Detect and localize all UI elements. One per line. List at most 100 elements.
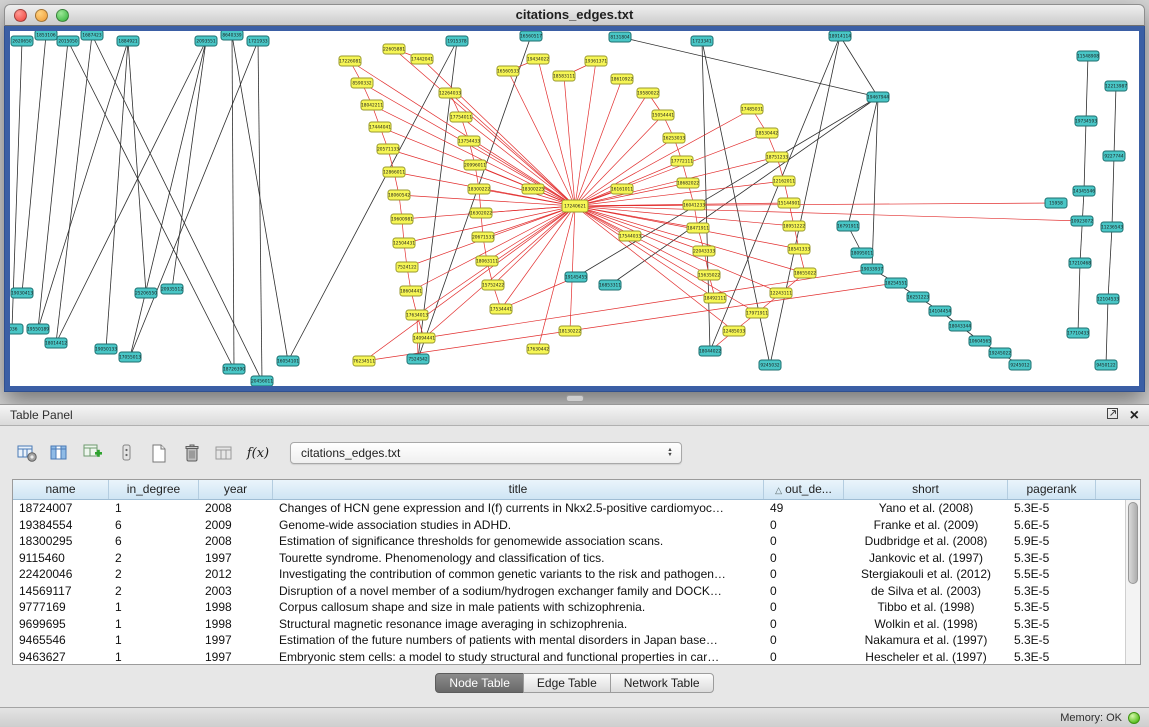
graph-node[interactable]: 17534441 <box>490 304 512 314</box>
column-header-name[interactable]: name <box>13 480 109 499</box>
graph-node[interactable]: 18060542 <box>388 190 410 200</box>
graph-node[interactable]: 17630442 <box>527 344 549 354</box>
graph-node[interactable]: 9245012 <box>1009 360 1031 370</box>
graph-node[interactable]: 10923072 <box>1071 216 1093 226</box>
graph-node[interactable]: 1884921 <box>117 36 139 46</box>
graph-node[interactable]: 12866011 <box>383 167 405 177</box>
graph-node[interactable]: 19030413 <box>11 288 33 298</box>
graph-node[interactable]: 12485033 <box>723 326 745 336</box>
graph-node[interactable]: 11236543 <box>1101 222 1123 232</box>
graph-node[interactable]: 18610922 <box>611 74 633 84</box>
graph-node[interactable]: 17240621 <box>562 200 588 212</box>
minimize-window-button[interactable] <box>35 9 48 22</box>
graph-node[interactable]: 10604565 <box>969 336 991 346</box>
graph-node[interactable]: 16560533 <box>497 66 519 76</box>
graph-node[interactable]: 16253033 <box>663 133 685 143</box>
graph-node[interactable]: 1723341 <box>691 36 713 46</box>
function-builder-button[interactable]: f(x) <box>245 441 271 466</box>
zoom-window-button[interactable] <box>56 9 69 22</box>
graph-node[interactable]: 1687423 <box>81 31 103 40</box>
column-list-button[interactable] <box>113 441 139 466</box>
graph-node[interactable]: 8131804 <box>609 32 631 42</box>
graph-node[interactable]: 19050133 <box>95 344 117 354</box>
graph-node[interactable]: 7524122 <box>396 262 418 272</box>
graph-node[interactable]: 12104533 <box>1097 294 1119 304</box>
graph-node[interactable]: 19361371 <box>585 56 607 66</box>
graph-node[interactable]: 20935512 <box>161 284 183 294</box>
graph-node[interactable]: 18471911 <box>687 223 709 233</box>
table-row[interactable]: 977716911998Corpus callosum shape and si… <box>13 599 1125 616</box>
column-header-out_de[interactable]: △out_de... <box>764 480 844 499</box>
vertical-scrollbar[interactable] <box>1125 500 1140 664</box>
graph-node[interactable]: 22043333 <box>693 246 715 256</box>
graph-node[interactable]: 15752422 <box>482 280 504 290</box>
table-row[interactable]: 946554611997Estimation of the future num… <box>13 632 1125 649</box>
graph-node[interactable]: 19580022 <box>637 88 659 98</box>
table-row[interactable]: 911546021997Tourette syndrome. Phenomeno… <box>13 550 1125 567</box>
tab-network-table[interactable]: Network Table <box>610 673 714 693</box>
graph-node[interactable]: 8590332 <box>351 78 373 88</box>
graph-node[interactable]: 16302022 <box>470 208 492 218</box>
graph-node[interactable]: 1721933 <box>247 36 269 46</box>
graph-node[interactable]: 12243111 <box>770 288 792 298</box>
splitter-handle[interactable] <box>566 395 584 402</box>
graph-node[interactable]: 16560517 <box>520 31 542 41</box>
tab-node-table[interactable]: Node Table <box>435 673 524 693</box>
graph-node[interactable]: 12264033 <box>439 88 461 98</box>
memory-indicator-icon[interactable] <box>1128 712 1140 724</box>
graph-node[interactable]: 18682022 <box>677 178 699 188</box>
column-header-pagerank[interactable]: pagerank <box>1008 480 1096 499</box>
graph-node[interactable]: 18300225 <box>522 184 544 194</box>
select-columns-button[interactable] <box>47 441 73 466</box>
graph-node[interactable]: 11548908 <box>1077 51 1099 61</box>
graph-node[interactable]: 18751233 <box>766 152 788 162</box>
close-panel-icon[interactable]: × <box>1130 409 1139 423</box>
graph-node[interactable]: 17442041 <box>411 54 433 64</box>
graph-node[interactable]: 18914114 <box>829 31 851 41</box>
graph-node[interactable]: 19033937 <box>861 264 883 274</box>
table-options-button[interactable] <box>14 441 40 466</box>
add-column-button[interactable] <box>80 441 106 466</box>
table-row[interactable]: 969969511998Structural magnetic resonanc… <box>13 616 1125 633</box>
create-table-button[interactable] <box>146 441 172 466</box>
graph-node[interactable]: 16054101 <box>277 356 299 366</box>
graph-node[interactable]: 16041233 <box>683 200 705 210</box>
graph-node[interactable]: 18726390 <box>223 364 245 374</box>
graph-node[interactable]: 17485031 <box>741 104 763 114</box>
graph-node[interactable]: 9227744 <box>1103 151 1125 161</box>
table-row[interactable]: 1830029562008Estimation of significance … <box>13 533 1125 550</box>
column-header-year[interactable]: year <box>199 480 273 499</box>
graph-node[interactable]: 16251223 <box>907 292 929 302</box>
graph-node[interactable]: 12504431 <box>393 238 415 248</box>
graph-node[interactable]: 15054441 <box>652 110 674 120</box>
close-window-button[interactable] <box>14 9 27 22</box>
graph-node[interactable]: 9450122 <box>1095 360 1117 370</box>
graph-node[interactable]: 9245032 <box>759 360 781 370</box>
graph-node[interactable]: 18951222 <box>783 221 805 231</box>
graph-node[interactable]: 19734593 <box>1075 116 1097 126</box>
graph-node[interactable]: 17772111 <box>671 156 693 166</box>
graph-node[interactable]: 2620650 <box>11 36 33 46</box>
graph-node[interactable]: 20456011 <box>251 376 273 386</box>
window-titlebar[interactable]: citations_edges.txt <box>4 4 1145 26</box>
graph-node[interactable]: 14345546 <box>1073 186 1095 196</box>
graph-node[interactable]: 18583111 <box>553 71 575 81</box>
column-header-in_degree[interactable]: in_degree <box>109 480 199 499</box>
table-row[interactable]: 1456911722003Disruption of a novel membe… <box>13 583 1125 600</box>
graph-node[interactable]: 18063111 <box>476 256 498 266</box>
column-header-short[interactable]: short <box>844 480 1008 499</box>
graph-node[interactable]: 20571133 <box>377 144 399 154</box>
graph-node[interactable]: 17544033 <box>619 231 641 241</box>
graph-node[interactable]: 2036 <box>10 324 23 334</box>
graph-node[interactable]: 19467944 <box>867 92 889 102</box>
graph-node[interactable]: 19434022 <box>527 54 549 64</box>
graph-node[interactable]: 2093551 <box>195 36 217 46</box>
tab-edge-table[interactable]: Edge Table <box>523 673 611 693</box>
graph-node[interactable]: 16791911 <box>837 221 859 231</box>
graph-node[interactable]: 18014412 <box>45 338 67 348</box>
graph-node[interactable]: 18044022 <box>699 346 721 356</box>
graph-node[interactable]: 17710433 <box>1067 328 1089 338</box>
graph-node[interactable]: 25206550 <box>135 288 157 298</box>
graph-node[interactable]: 18604441 <box>400 286 422 296</box>
graph-node[interactable]: 17226081 <box>339 56 361 66</box>
